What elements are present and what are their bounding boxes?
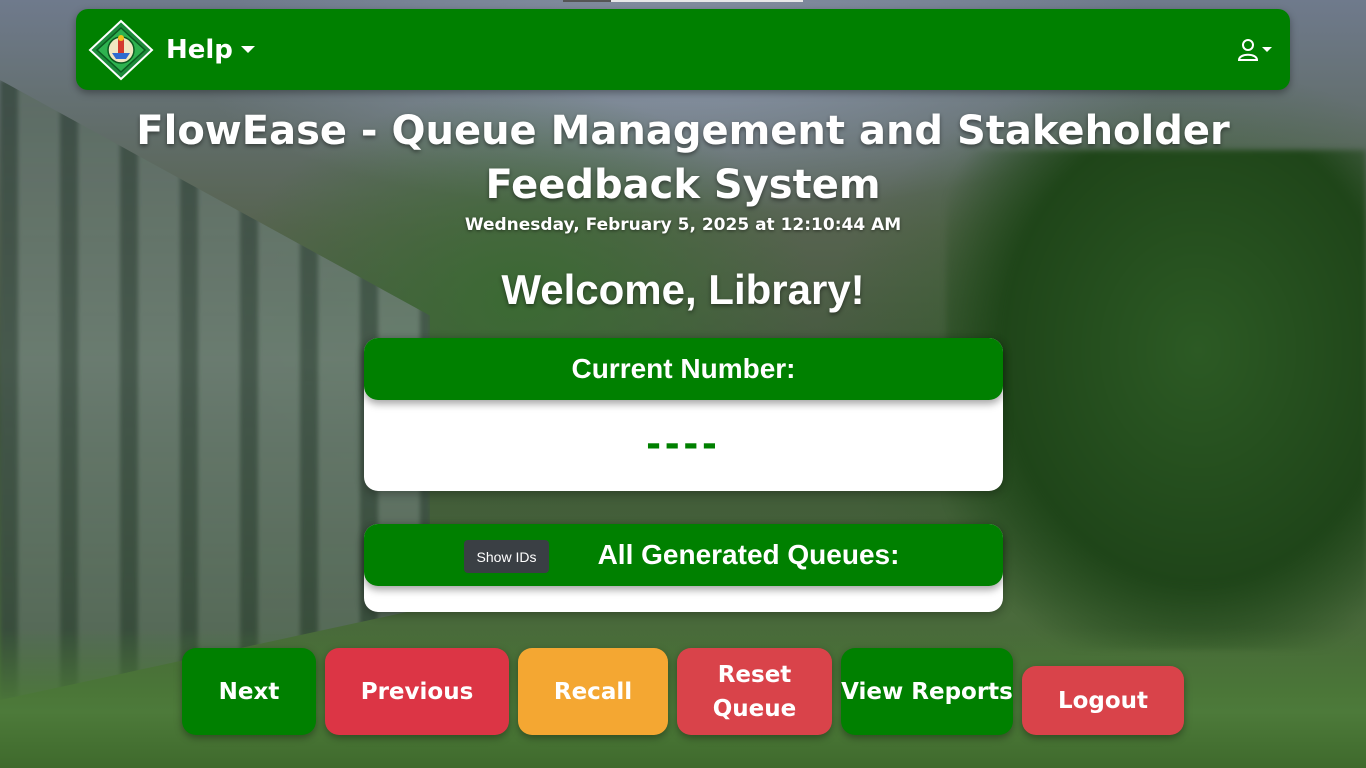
generated-queues-card: Show IDs All Generated Queues:: [364, 524, 1003, 612]
help-label: Help: [166, 34, 233, 65]
school-seal-logo[interactable]: [86, 19, 156, 81]
navbar: Help: [76, 9, 1290, 90]
chevron-down-icon: [240, 46, 255, 53]
current-datetime: Wednesday, February 5, 2025 at 12:10:44 …: [464, 215, 902, 235]
generated-queues-title: All Generated Queues:: [597, 539, 900, 570]
welcome-message: Welcome, Library!: [501, 266, 865, 313]
logout-button[interactable]: Logout: [1022, 666, 1184, 735]
view-reports-button[interactable]: View Reports: [841, 648, 1013, 735]
recall-button[interactable]: Recall: [518, 648, 668, 735]
current-number-value: ----: [646, 418, 721, 467]
page-title: FlowEase - Queue Management and Stakehol…: [136, 108, 1230, 208]
next-button[interactable]: Next: [182, 648, 316, 735]
reset-queue-button[interactable]: Reset Queue: [677, 648, 832, 735]
chevron-down-icon: [1262, 47, 1272, 52]
current-number-header: Current Number:: [364, 338, 1003, 400]
generated-queues-header: Show IDs All Generated Queues:: [364, 524, 1003, 586]
previous-button[interactable]: Previous: [325, 648, 509, 735]
current-number-card: Current Number: ----: [364, 338, 1003, 491]
user-dropdown[interactable]: [1238, 38, 1272, 62]
top-progress-strip: [563, 0, 803, 2]
help-dropdown[interactable]: Help: [166, 35, 255, 65]
user-icon: [1238, 38, 1259, 61]
show-ids-button[interactable]: Show IDs: [464, 540, 549, 573]
